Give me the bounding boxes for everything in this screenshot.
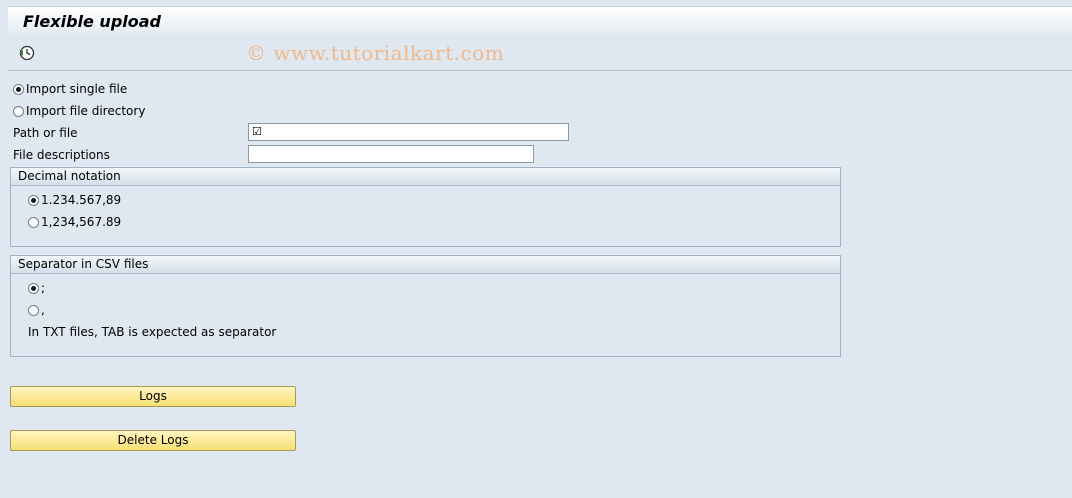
- path-input[interactable]: ☑: [248, 123, 569, 141]
- radio-decimal-point[interactable]: 1,234,567.89: [28, 213, 121, 231]
- required-check-icon: ☑: [252, 125, 262, 138]
- path-label: Path or file: [13, 126, 78, 140]
- execute-clock-icon[interactable]: [18, 44, 36, 62]
- radio-separator-semicolon[interactable]: ;: [28, 279, 45, 297]
- group-title: Decimal notation: [11, 168, 840, 186]
- radio-import-file-directory[interactable]: Import file directory: [13, 102, 145, 120]
- radio-separator-comma[interactable]: ,: [28, 301, 45, 319]
- radio-button[interactable]: [28, 216, 39, 228]
- radio-button-selected[interactable]: [13, 83, 24, 95]
- radio-decimal-comma[interactable]: 1.234.567,89: [28, 191, 121, 209]
- title-bar: Flexible upload: [8, 6, 1072, 38]
- logs-button[interactable]: Logs: [10, 386, 296, 407]
- radio-button-selected[interactable]: [28, 282, 39, 294]
- group-title: Separator in CSV files: [11, 256, 840, 274]
- csv-separator-group: Separator in CSV files ; , In TXT files,…: [10, 255, 841, 357]
- delete-logs-button[interactable]: Delete Logs: [10, 430, 296, 451]
- descriptions-label: File descriptions: [13, 148, 110, 162]
- radio-label: Import single file: [26, 82, 128, 96]
- decimal-notation-group: Decimal notation 1.234.567,89 1,234,567.…: [10, 167, 841, 247]
- descriptions-input[interactable]: [248, 145, 534, 163]
- radio-button-selected[interactable]: [28, 194, 39, 206]
- separator-note: In TXT files, TAB is expected as separat…: [28, 325, 277, 339]
- radio-label: Import file directory: [26, 104, 146, 118]
- application-toolbar: © www.tutorialkart.com: [8, 37, 1072, 71]
- radio-button[interactable]: [28, 304, 39, 316]
- selection-screen: Import single file Import file directory…: [8, 71, 1072, 498]
- radio-button[interactable]: [13, 105, 24, 117]
- page-title: Flexible upload: [23, 12, 161, 31]
- watermark: © www.tutorialkart.com: [246, 41, 505, 65]
- radio-import-single-file[interactable]: Import single file: [13, 80, 127, 98]
